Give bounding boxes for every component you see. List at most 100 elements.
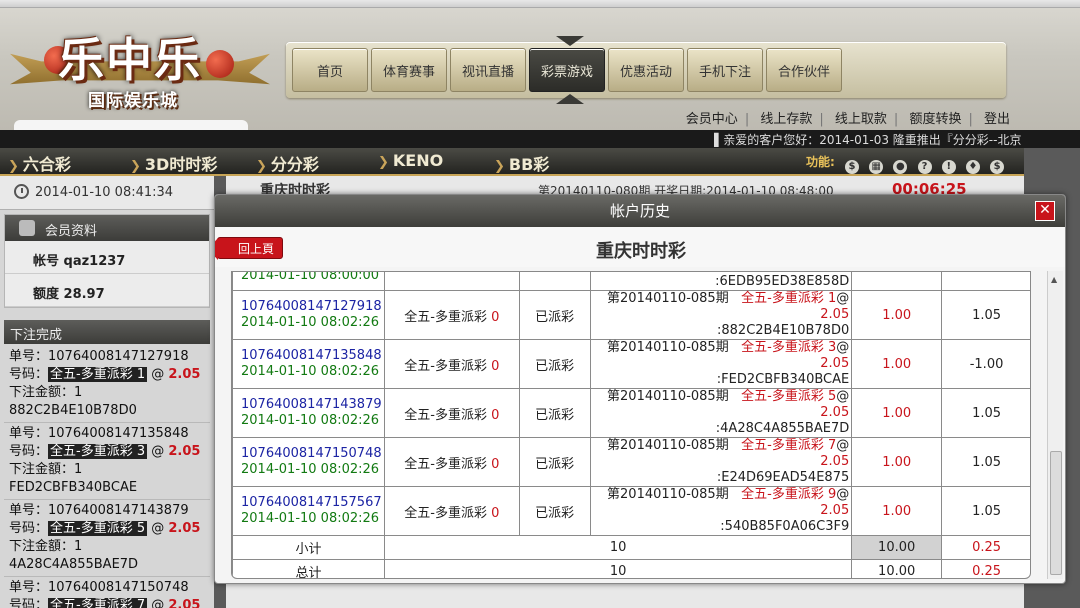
table-cell: 2014-01-10 08:00:00 xyxy=(232,271,385,291)
bet-amount: 下注金額：1 xyxy=(9,539,83,554)
bet-odds: 2.05 xyxy=(820,356,850,371)
info-icon[interactable]: ! xyxy=(941,160,956,174)
subtotal-count: 10 xyxy=(383,535,853,560)
table-row: 10764008147150748 2014-01-10 08:02:26 全五-… xyxy=(232,437,1030,487)
chevron-right-icon: ❯ xyxy=(8,159,19,174)
modal-title: 帐户历史 xyxy=(215,195,1065,227)
subtotal-label: 小计 xyxy=(232,535,385,560)
category-keno[interactable]: ❯ KENO xyxy=(378,151,443,170)
scroll-up-icon[interactable]: ▲ xyxy=(1051,275,1057,284)
table-cell: 全五-多重派彩 0 xyxy=(383,486,520,536)
calendar-icon[interactable]: ▦ xyxy=(869,160,884,174)
bet-period: 第20140110-085期 xyxy=(607,340,729,355)
logo-ball-icon xyxy=(206,50,234,78)
link-member-center[interactable]: 会员中心 xyxy=(686,112,738,127)
table-cell: 第20140110-085期 全五-多重派彩 1@ 2.05:882C2B4E10… xyxy=(589,290,853,340)
announcement-text[interactable]: ▌亲爱的客户您好：2014-01-03 隆重推出『分分彩--北京 xyxy=(714,131,1024,148)
scrollbar-thumb[interactable] xyxy=(1050,451,1062,575)
category-bb[interactable]: ❯ BB彩 xyxy=(494,151,549,175)
bet-hash: :FED2CBFB340BCAE xyxy=(716,372,850,387)
bet-id[interactable]: 10764008147150748 xyxy=(241,446,384,462)
bet-hash: 4A28C4A855BAE7D xyxy=(9,557,139,572)
table-cell: -1.00 xyxy=(941,339,1030,389)
function-label: 功能: xyxy=(806,155,835,169)
bet-hash: :882C2B4E10B78D0 xyxy=(717,323,850,338)
table-cell: 已派彩 xyxy=(518,290,591,340)
nav-sports[interactable]: 体育赛事 xyxy=(371,48,447,92)
user-icon[interactable]: ● xyxy=(893,160,908,174)
link-transfer[interactable]: 额度转换 xyxy=(909,112,961,127)
close-icon[interactable]: ✕ xyxy=(1035,201,1055,221)
bet-date: 2014-01-10 08:00:00 xyxy=(241,271,380,283)
shield-icon[interactable]: ♦ xyxy=(965,160,980,174)
table-cell xyxy=(383,272,520,291)
nav-lottery[interactable]: 彩票游戏 xyxy=(529,48,605,92)
link-logout[interactable]: 登出 xyxy=(984,112,1010,127)
site-logo[interactable]: 乐中乐 国际娱乐城 xyxy=(10,20,270,120)
table-cell: 全五-多重派彩 0 xyxy=(383,339,520,389)
table-cell: 1.05 xyxy=(941,290,1030,340)
table-cell: 第20140110-085期 全五-多重派彩 9@ 2.05:540B85F0A0… xyxy=(589,486,853,536)
nav-active-arrow-icon xyxy=(556,36,584,46)
bet-code-label: 号码： xyxy=(9,598,49,608)
table-cell: 1.00 xyxy=(851,388,943,438)
table-cell: 已派彩 xyxy=(518,388,591,438)
nav-live-video[interactable]: 视讯直播 xyxy=(450,48,526,92)
member-info-header: 会员资料 xyxy=(5,215,209,241)
bet-id[interactable]: 10764008147143879 xyxy=(241,397,384,413)
table-scrollbar[interactable]: ▲ xyxy=(1047,271,1063,579)
browser-strip xyxy=(0,0,1080,8)
bet-hash: 882C2B4E10B78D0 xyxy=(9,403,137,418)
category-3d[interactable]: ❯ 3D时时彩 xyxy=(130,151,217,175)
table-cell: 已派彩 xyxy=(518,486,591,536)
link-withdraw[interactable]: 线上取款 xyxy=(835,112,887,127)
game-number: 0 xyxy=(491,407,500,423)
total-label: 总计 xyxy=(232,559,385,578)
bet-content: 全五-多重派彩 5 xyxy=(741,389,837,404)
dollar-icon[interactable]: $ xyxy=(990,160,1005,174)
game-type: 全五-多重派彩 xyxy=(404,309,487,325)
bet-odds: 2.05 xyxy=(820,503,850,518)
bet-id[interactable]: 10764008147135848 xyxy=(241,348,384,364)
bet-number: 单号：10764008147143879 xyxy=(9,503,189,518)
bet-code-line: 号码： 全五-多重派彩 1 @ 2.05 xyxy=(9,367,201,382)
category-label: 分分彩 xyxy=(270,155,319,174)
total-count: 10 xyxy=(383,559,853,578)
nav-partners[interactable]: 合作伙伴 xyxy=(766,48,842,92)
table-cell: 第20140110-085期 全五-多重派彩 7@ 2.05:E24D69EAD5… xyxy=(589,437,853,487)
bet-number: 单号：10764008147135848 xyxy=(9,426,189,441)
bet-id[interactable]: 10764008147127918 xyxy=(241,299,384,315)
table-cell: 10764008147157567 2014-01-10 08:02:26 xyxy=(232,486,385,536)
table-cell: 1.00 xyxy=(851,290,943,340)
category-label: 3D时时彩 xyxy=(144,155,218,174)
clock-icon xyxy=(14,184,29,199)
nav-home[interactable]: 首页 xyxy=(292,48,368,92)
bet-code: 全五-多重派彩 5 xyxy=(48,521,148,536)
bets-list: 单号：10764008147127918 号码： 全五-多重派彩 1 @ 2.05… xyxy=(4,346,210,608)
table-cell: 10764008147135848 2014-01-10 08:02:26 xyxy=(232,339,385,389)
bet-code: 全五-多重派彩 1 xyxy=(48,367,148,382)
announcement-bar: ▌亲爱的客户您好：2014-01-03 隆重推出『分分彩--北京 xyxy=(0,130,1080,148)
game-type: 全五-多重派彩 xyxy=(404,358,487,374)
nav-promotions[interactable]: 优惠活动 xyxy=(608,48,684,92)
link-deposit[interactable]: 线上存款 xyxy=(760,112,812,127)
separator: | xyxy=(744,112,750,127)
back-button[interactable]: 回上頁 xyxy=(215,237,283,260)
coins-icon[interactable]: $ xyxy=(845,160,859,174)
table-cell: 1.05 xyxy=(941,486,1030,536)
nav-mobile[interactable]: 手机下注 xyxy=(687,48,763,92)
member-info-box: 会员资料 帐号 qaz1237 额度 28.97 xyxy=(4,214,210,308)
help-icon[interactable]: ? xyxy=(917,160,932,174)
bets-complete-header: 下注完成 xyxy=(4,320,210,344)
table-cell: 已派彩 xyxy=(518,437,591,487)
category-label: 六合彩 xyxy=(22,155,71,174)
history-table-container[interactable]: 2014-01-10 08:00:00 :6EDB95ED38E858D 107… xyxy=(231,271,1031,579)
table-cell: 1.00 xyxy=(851,339,943,389)
bet-content: 全五-多重派彩 3 xyxy=(741,340,837,355)
table-row: 10764008147127918 2014-01-10 08:02:26 全五-… xyxy=(232,290,1030,340)
category-minute[interactable]: ❯ 分分彩 xyxy=(256,151,319,175)
bet-id[interactable]: 10764008147157567 xyxy=(241,495,384,511)
table-row: 2014-01-10 08:00:00 :6EDB95ED38E858D xyxy=(232,271,1030,291)
category-mark-six[interactable]: ❯ 六合彩 xyxy=(8,151,71,175)
left-panel: 2014-01-10 08:41:34 会员资料 帐号 qaz1237 额度 2… xyxy=(0,176,214,608)
